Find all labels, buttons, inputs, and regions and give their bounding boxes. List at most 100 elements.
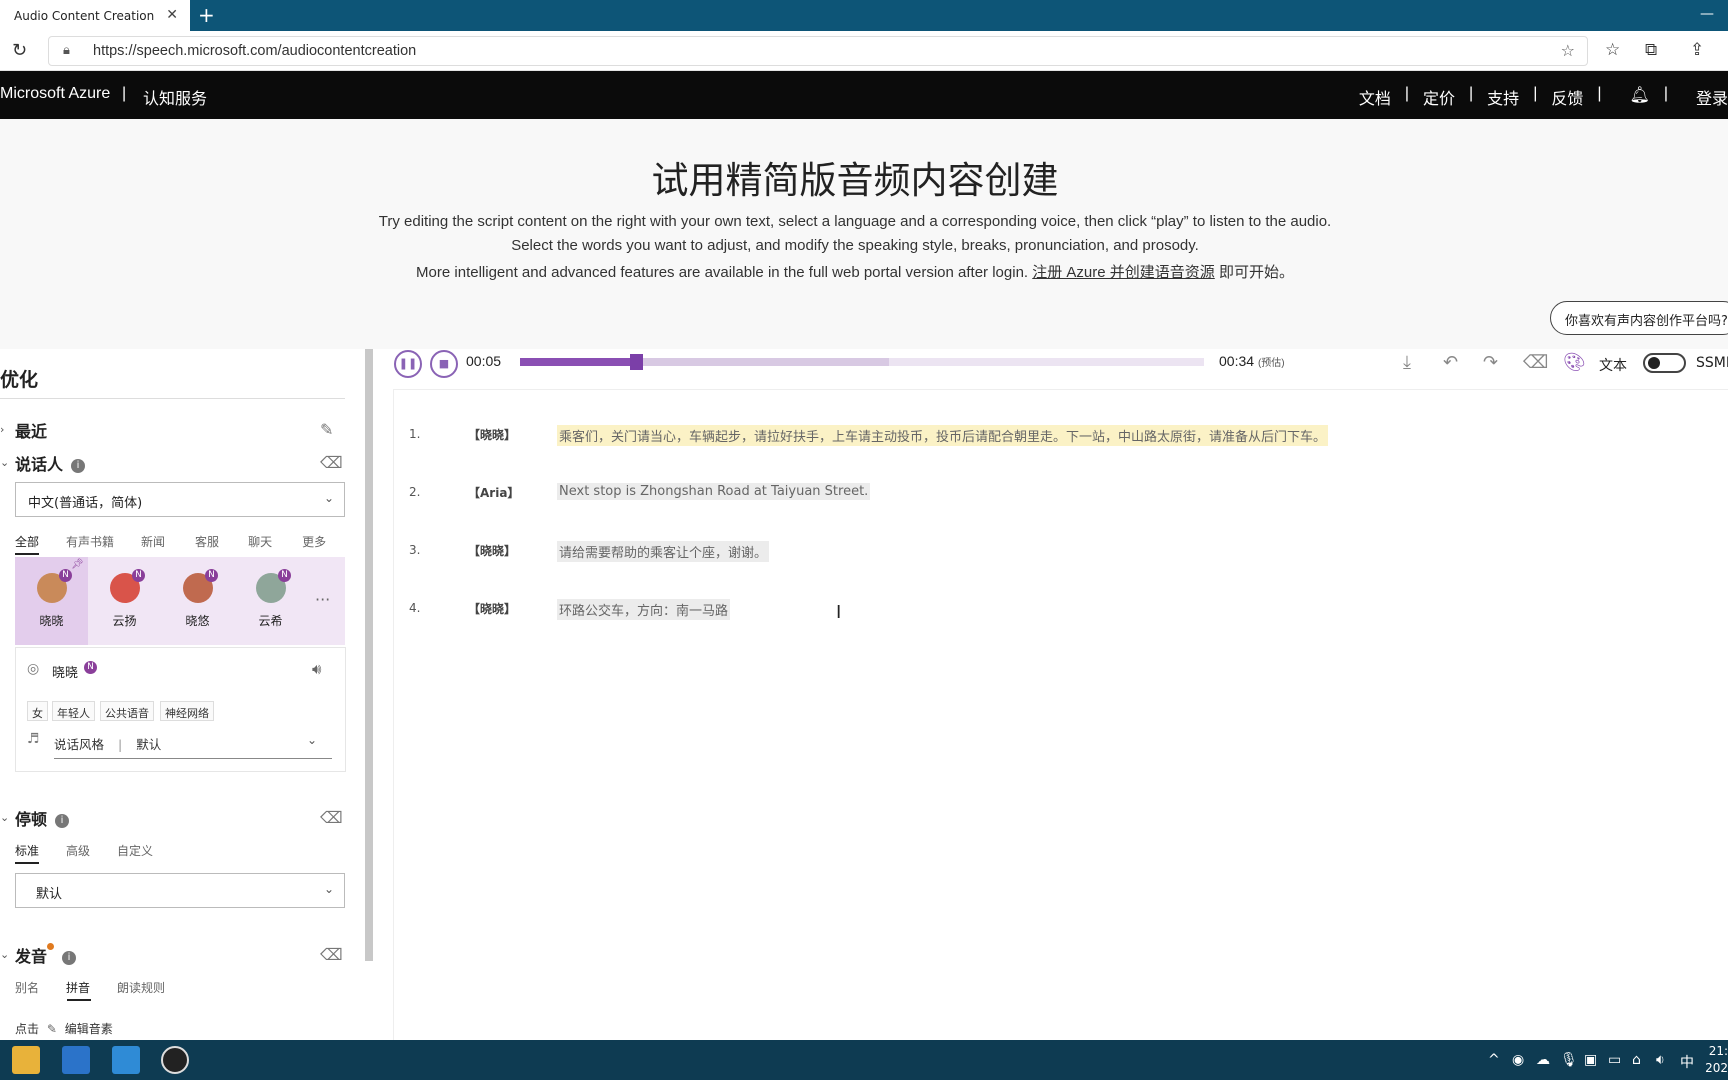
add-favorite-icon[interactable]: ☆ — [1561, 41, 1575, 60]
favorites-icon[interactable]: ☆ — [1605, 40, 1620, 60]
voice-gallery: N 📌︎ 晓晓 N 云扬 N 晓悠 N 云希 — [15, 557, 345, 645]
chevron-down-icon[interactable]: ⌄ — [307, 733, 317, 747]
ssml-mode-label[interactable]: SSML — [1696, 355, 1728, 371]
voice-card[interactable]: N 📌︎ 晓晓 — [15, 557, 88, 645]
obs-icon[interactable] — [161, 1046, 189, 1074]
voice-card[interactable]: N 云希 — [234, 557, 307, 645]
eraser-icon[interactable]: ⌫ — [320, 808, 343, 827]
pause-button[interactable]: ❚❚ — [394, 350, 422, 378]
line-speaker[interactable]: 【Aria】 — [468, 484, 519, 501]
nav-pricing[interactable]: 定价 — [1423, 85, 1455, 109]
system-clock[interactable]: 21: 202 — [1705, 1043, 1728, 1077]
new-tab-icon[interactable]: + — [198, 4, 215, 26]
store-icon[interactable] — [62, 1046, 90, 1074]
voice-card[interactable]: N 云扬 — [88, 557, 161, 645]
line-speaker[interactable]: 【晓晓】 — [468, 600, 516, 617]
taskbar: ^ ◉ ☁ 🎙︎ ▣ ▭ ⌂ 🔉︎ 中 21: 202 — [0, 1040, 1728, 1080]
stop-button[interactable]: ■ — [430, 350, 458, 378]
nav-feedback[interactable]: 反馈 — [1551, 85, 1583, 109]
input-language[interactable]: 中 — [1680, 1052, 1694, 1072]
tab-audiobooks[interactable]: 有声书籍 — [66, 533, 114, 550]
info-icon[interactable]: i — [71, 458, 86, 473]
display-icon[interactable]: ▣ — [1584, 1052, 1597, 1068]
tab-customer-service[interactable]: 客服 — [195, 533, 219, 550]
url-text: https://speech.microsoft.com/audioconten… — [93, 43, 417, 59]
pencil-icon[interactable]: ✎ — [43, 1022, 61, 1036]
network-icon[interactable]: ⌂ — [1632, 1052, 1641, 1068]
reload-icon[interactable]: ↻ — [12, 40, 27, 61]
pause-select[interactable]: 默认 ⌄ — [15, 873, 345, 908]
service-name[interactable]: 认知服务 — [143, 85, 207, 109]
total-time-value: 00:34 — [1219, 353, 1255, 369]
chevron-right-icon[interactable]: › — [0, 423, 4, 436]
chevron-up-icon[interactable]: ^ — [1488, 1052, 1500, 1068]
recent-heading[interactable]: 最近 — [15, 418, 47, 442]
redo-icon[interactable]: ↷ — [1483, 352, 1498, 373]
text-mode-label[interactable]: 文本 — [1599, 355, 1627, 375]
nav-support[interactable]: 支持 — [1487, 85, 1519, 109]
bell-icon[interactable]: 🔔︎ — [1616, 85, 1664, 109]
feedback-button[interactable]: 你喜欢有声内容创作平台吗? — [1550, 301, 1728, 335]
microphone-icon[interactable]: 🎙︎ — [1560, 1052, 1578, 1068]
chevron-down-icon[interactable]: ⌄ — [0, 811, 9, 824]
url-field[interactable]: 🔒︎ https://speech.microsoft.com/audiocon… — [48, 36, 1588, 66]
register-link[interactable]: 注册 Azure 并创建语音资源 — [1032, 264, 1215, 281]
close-icon[interactable]: ✕ — [166, 7, 178, 23]
mail-icon[interactable] — [112, 1046, 140, 1074]
tab-more[interactable]: 更多 — [302, 533, 326, 550]
pencil-icon[interactable]: ✎ — [320, 420, 333, 439]
script-line[interactable]: Next stop is Zhongshan Road at Taiyuan S… — [557, 483, 871, 500]
chevron-down-icon[interactable]: ⌄ — [0, 456, 9, 469]
speaker-icon[interactable]: 🔊︎ — [312, 660, 321, 678]
tab-news[interactable]: 新闻 — [141, 533, 165, 550]
cloud-icon[interactable]: ☁ — [1536, 1052, 1550, 1068]
minimize-icon[interactable]: — — [1700, 6, 1714, 22]
line-speaker[interactable]: 【晓晓】 — [468, 426, 516, 443]
app-tray-icon[interactable]: ◉ — [1512, 1052, 1524, 1068]
chevron-down-icon[interactable]: ⌄ — [0, 948, 9, 961]
login-link[interactable]: 登录 — [1682, 85, 1728, 109]
volume-icon[interactable]: 🔉︎ — [1656, 1052, 1665, 1068]
browser-tab[interactable]: Audio Content Creation ✕ — [0, 0, 190, 31]
language-select[interactable]: 中文(普通话，简体) ⌄ — [15, 482, 345, 517]
script-line[interactable]: 请给需要帮助的乘客让个座，谢谢。 — [557, 541, 770, 562]
tab-alias[interactable]: 别名 — [15, 979, 39, 996]
eraser-icon[interactable]: ⌫ — [320, 945, 343, 964]
speaking-style-select[interactable]: 说话风格 | 默认 — [54, 734, 161, 753]
line-speaker[interactable]: 【晓晓】 — [468, 542, 516, 559]
pin-icon[interactable]: 📌︎ — [71, 559, 84, 570]
tab-advanced[interactable]: 高级 — [66, 842, 90, 859]
info-icon[interactable]: i — [55, 813, 70, 828]
undo-icon[interactable]: ↶ — [1443, 352, 1458, 373]
tab-chat[interactable]: 聊天 — [248, 533, 272, 550]
ssml-toggle[interactable] — [1643, 353, 1686, 373]
voice-card[interactable]: N 晓悠 — [161, 557, 234, 645]
file-explorer-icon[interactable] — [12, 1046, 40, 1074]
tab-all[interactable]: 全部 — [15, 533, 39, 550]
collections-icon[interactable]: ⧉ — [1645, 40, 1657, 60]
info-icon[interactable]: i — [62, 950, 77, 965]
modified-dot — [47, 943, 55, 950]
tab-reading-rules[interactable]: 朗读规则 — [117, 979, 165, 996]
script-line[interactable]: 环路公交车，方向：南一马路 — [557, 599, 731, 620]
more-voices-icon[interactable]: ··· — [315, 590, 330, 609]
address-bar: ↻ 🔒︎ https://speech.microsoft.com/audioc… — [0, 31, 1728, 71]
script-line[interactable]: 乘客们，关门请当心，车辆起步，请拉好扶手，上车请主动投币，投币后请配合朝里走。下… — [557, 425, 1329, 446]
scrollbar[interactable] — [365, 349, 373, 961]
eraser-icon[interactable]: ⌫ — [320, 453, 343, 472]
share-icon[interactable]: ⇪ — [1690, 40, 1704, 60]
tab-standard[interactable]: 标准 — [15, 842, 39, 859]
nav-docs[interactable]: 文档 — [1359, 85, 1391, 109]
lock-icon[interactable]: 🔒︎ — [63, 43, 70, 58]
eraser-icon[interactable]: ⌫ — [1523, 352, 1548, 373]
tab-pinyin[interactable]: 拼音 — [66, 979, 90, 996]
brand-name[interactable]: Microsoft Azure — [0, 85, 110, 103]
progress-bar[interactable] — [520, 354, 1204, 370]
palette-icon[interactable]: 🎨︎ — [1563, 352, 1586, 373]
battery-icon[interactable]: ▭ — [1608, 1052, 1621, 1068]
tag-public: 公共语音 — [100, 701, 154, 721]
tab-custom[interactable]: 自定义 — [117, 842, 153, 859]
edit-phoneme-link[interactable]: 编辑音素 — [65, 1022, 113, 1036]
download-icon[interactable]: ⤓ — [1403, 352, 1411, 373]
progress-handle[interactable] — [630, 354, 644, 370]
